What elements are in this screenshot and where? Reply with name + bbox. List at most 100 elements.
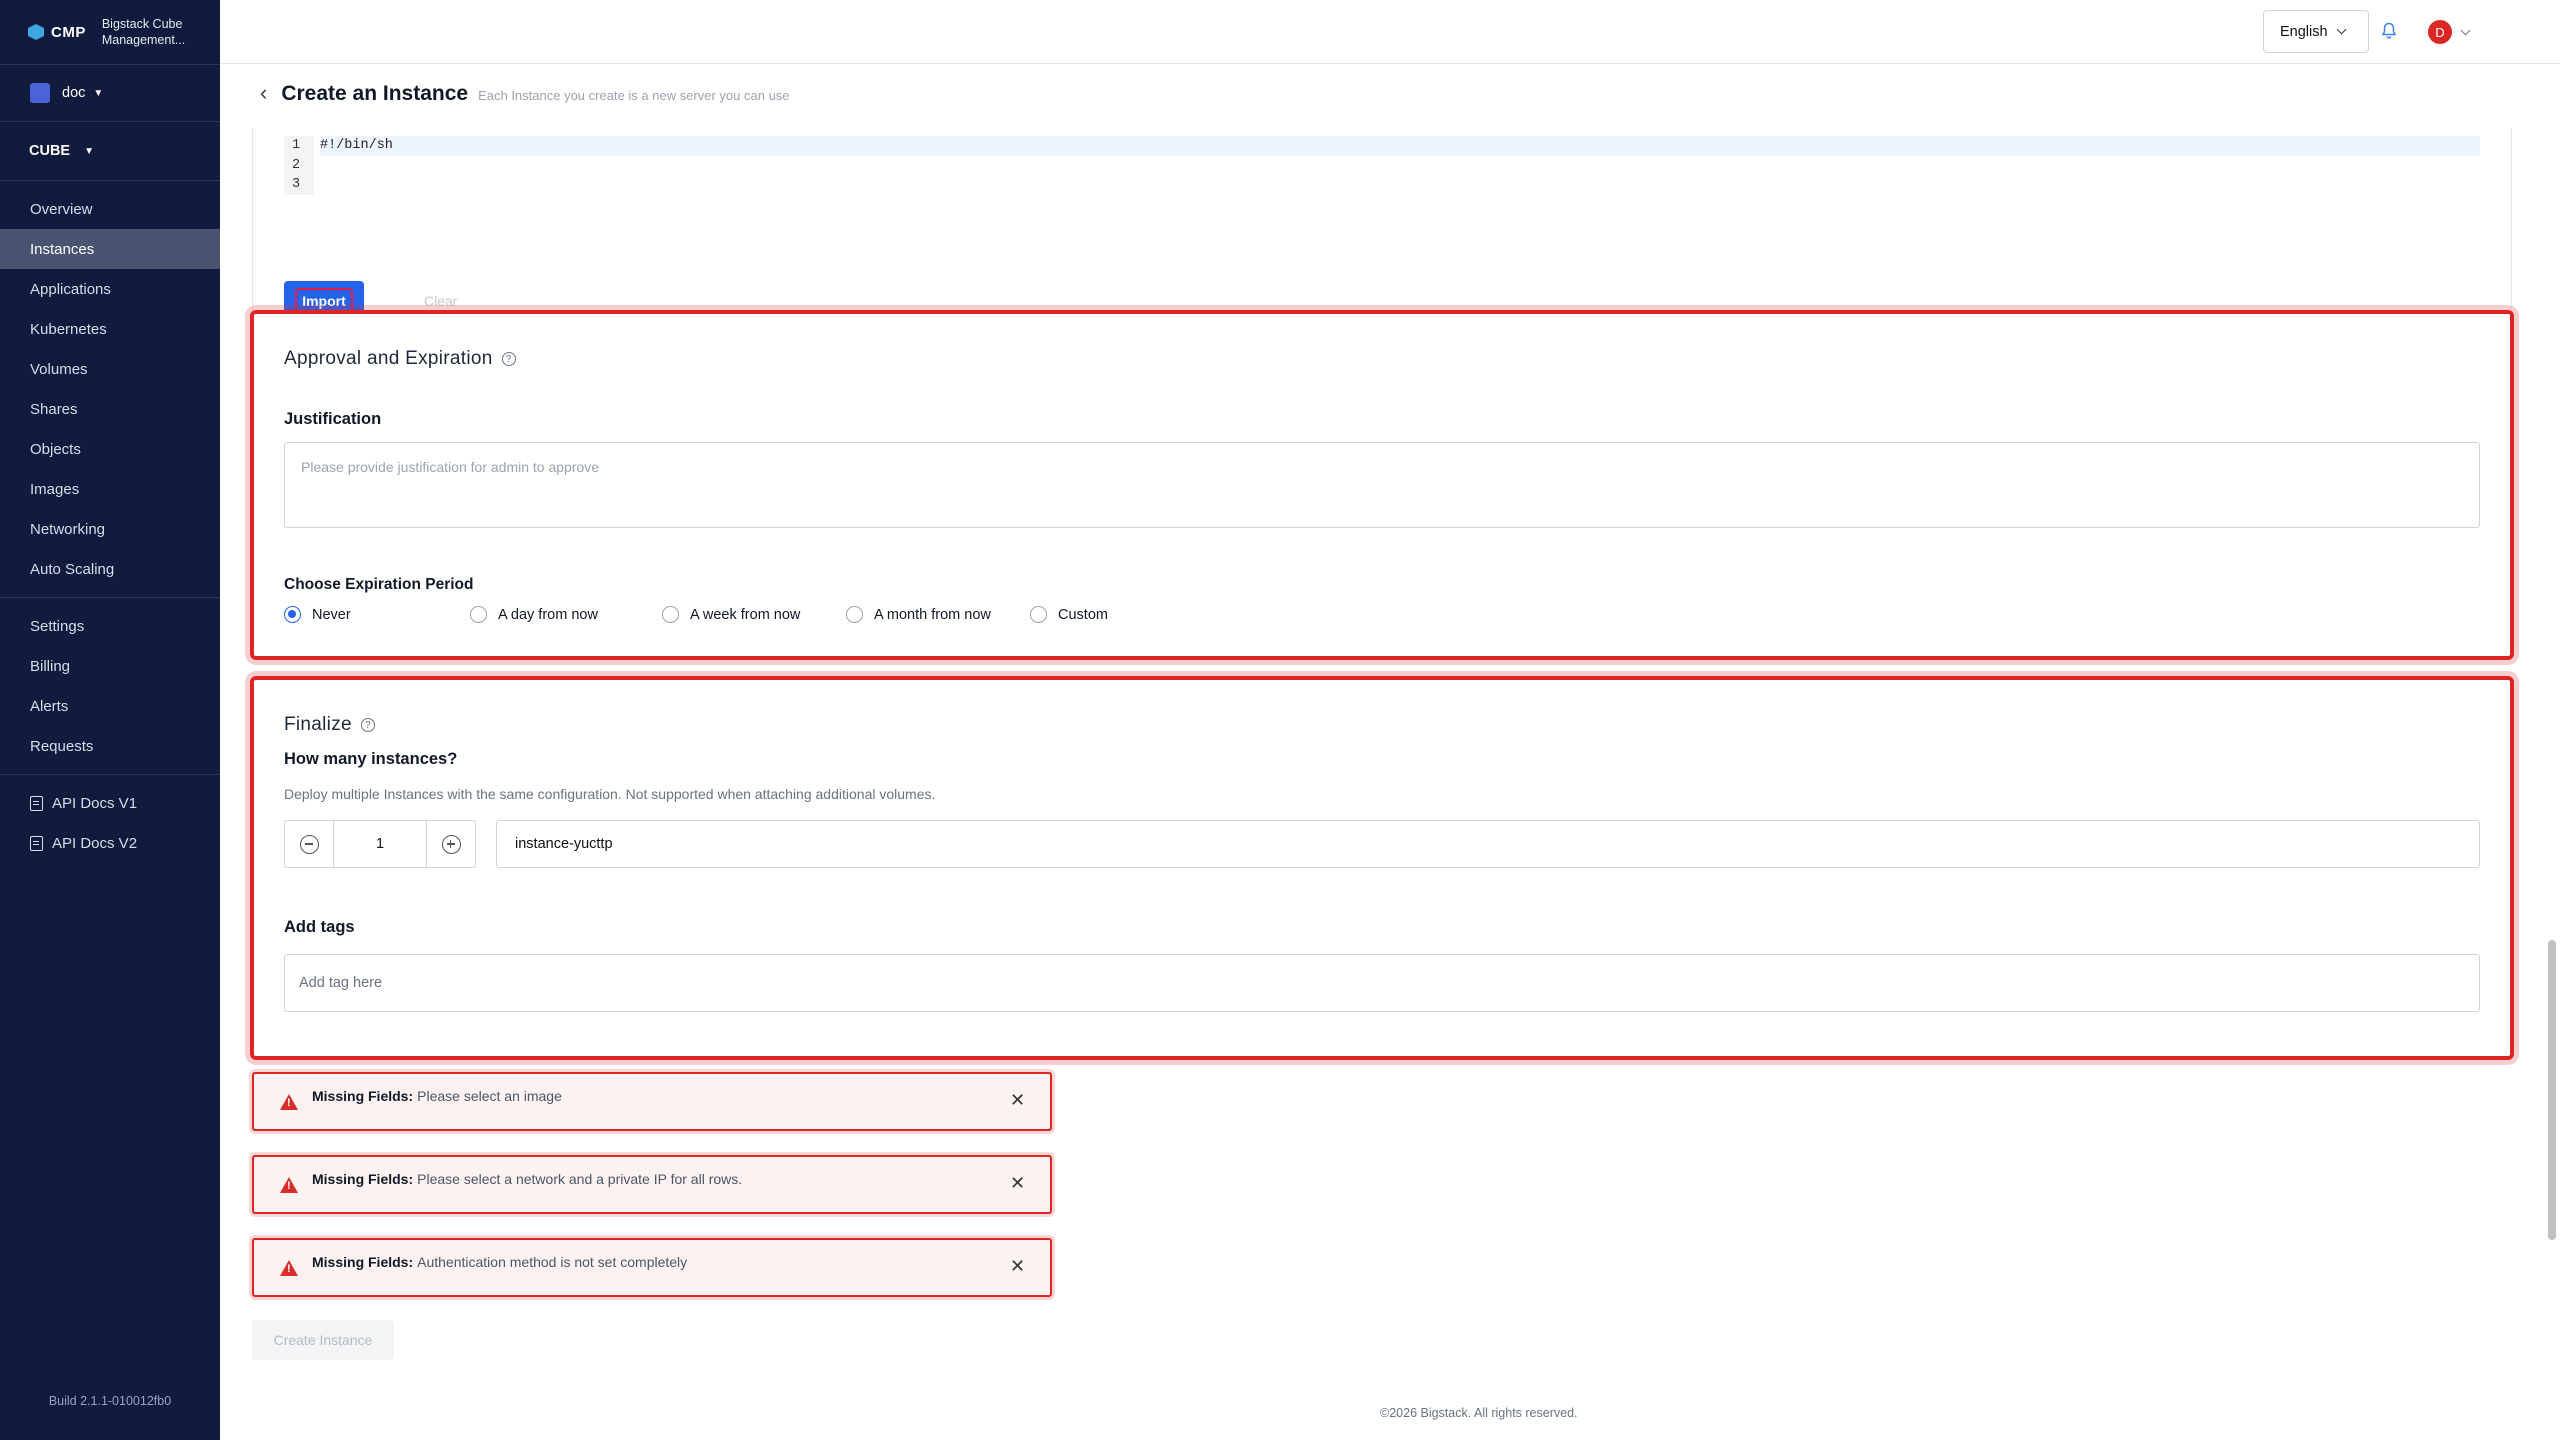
nav-item-api-docs-v1[interactable]: API Docs V1 xyxy=(0,783,220,823)
line-number: 3 xyxy=(292,177,301,192)
code-line[interactable]: #!/bin/sh xyxy=(320,136,2480,156)
nav-item-requests[interactable]: Requests xyxy=(0,726,220,766)
radio-day[interactable]: A day from now xyxy=(470,606,662,623)
caret-down-icon: ▼ xyxy=(93,87,104,99)
topbar xyxy=(220,0,2560,64)
page-subtitle: Each Instance you create is a new server… xyxy=(478,88,790,103)
page-title: Create an Instance xyxy=(281,82,469,105)
alert-message: Please select an image xyxy=(417,1088,562,1104)
alert-prefix: Missing Fields: xyxy=(312,1254,414,1270)
plus-circle-icon xyxy=(441,834,461,854)
increment-button[interactable] xyxy=(427,821,475,867)
region-selector[interactable]: CUBE ▼ xyxy=(0,122,220,180)
project-name: doc xyxy=(62,85,86,101)
alert-message: Authentication method is not set complet… xyxy=(417,1254,688,1270)
quantity-stepper: 1 xyxy=(284,820,476,868)
radio-custom[interactable]: Custom xyxy=(1030,606,1108,623)
instance-count-hint: Deploy multiple Instances with the same … xyxy=(284,786,936,802)
expiration-radio-group: Never A day from now A week from now A m… xyxy=(284,606,1108,623)
region-name: CUBE xyxy=(29,143,71,159)
nav-item-alerts[interactable]: Alerts xyxy=(0,686,220,726)
nav-item-label: API Docs V2 xyxy=(52,834,138,852)
expiration-label: Choose Expiration Period xyxy=(284,576,474,593)
nav-item-overview[interactable]: Overview xyxy=(0,189,220,229)
justification-textarea[interactable]: Please provide justification for admin t… xyxy=(284,442,2480,528)
alert-text: Missing Fields: Please select a network a… xyxy=(312,1171,742,1187)
decrement-button[interactable] xyxy=(285,821,333,867)
avatar[interactable]: D xyxy=(2428,20,2452,44)
missing-image-alert: Missing Fields:Please select an image ✕ xyxy=(252,1072,1052,1131)
radio-label: A month from now xyxy=(874,606,991,623)
radio-label: A day from now xyxy=(498,606,598,623)
nav-item-auto-scaling[interactable]: Auto Scaling xyxy=(0,549,220,589)
brand-full-name: Bigstack Cube Management... xyxy=(101,17,186,47)
warning-icon xyxy=(280,1094,298,1110)
radio-never[interactable]: Never xyxy=(284,606,470,623)
chevron-down-icon xyxy=(2336,24,2347,35)
radio-icon xyxy=(662,606,679,623)
brand-short-name: CMP xyxy=(51,23,86,41)
language-selector[interactable]: English xyxy=(2263,10,2369,53)
document-icon xyxy=(30,795,43,811)
section-title-text: Approval and Expiration xyxy=(284,348,493,369)
nav-item-billing[interactable]: Billing xyxy=(0,646,220,686)
nav-item-volumes[interactable]: Volumes xyxy=(0,349,220,389)
nav-item-objects[interactable]: Objects xyxy=(0,429,220,469)
nav-item-api-docs-v2[interactable]: API Docs V2 xyxy=(0,823,220,863)
quantity-value[interactable]: 1 xyxy=(333,821,427,867)
instance-name-input[interactable]: instance-yucttp xyxy=(496,820,2480,868)
cube-logo-icon xyxy=(28,24,44,40)
docs-nav: API Docs V1 API Docs V2 xyxy=(0,775,220,871)
radio-icon xyxy=(1030,606,1047,623)
radio-label: A week from now xyxy=(690,606,801,623)
help-icon[interactable]: ? xyxy=(501,352,516,366)
build-version: Build 2.1.1-010012fb0 xyxy=(48,1394,172,1408)
close-icon[interactable]: ✕ xyxy=(1010,1256,1025,1277)
script-editor[interactable]: 1 2 3 #!/bin/sh xyxy=(284,136,2480,200)
admin-nav: Settings Billing Alerts Requests xyxy=(0,598,220,774)
minus-circle-icon xyxy=(299,834,319,854)
clear-button[interactable]: Clear xyxy=(424,293,457,309)
bell-icon[interactable] xyxy=(2381,22,2397,40)
finalize-section: Finalize ? How many instances? Deploy mu… xyxy=(250,676,2514,1060)
nav-item-settings[interactable]: Settings xyxy=(0,606,220,646)
project-selector[interactable]: doc ▼ xyxy=(0,65,220,121)
section-title: Approval and Expiration ? xyxy=(284,348,516,370)
radio-month[interactable]: A month from now xyxy=(846,606,1030,623)
brand[interactable]: CMP Bigstack Cube Management... xyxy=(0,0,220,64)
nav-item-kubernetes[interactable]: Kubernetes xyxy=(0,309,220,349)
help-icon[interactable]: ? xyxy=(360,718,375,732)
radio-icon xyxy=(846,606,863,623)
tags-label: Add tags xyxy=(284,918,355,936)
alert-text: Missing Fields: Please select an image xyxy=(312,1088,562,1104)
radio-label: Never xyxy=(312,606,351,623)
radio-week[interactable]: A week from now xyxy=(662,606,846,623)
alert-text: Missing Fields: Authentication method is … xyxy=(312,1254,687,1270)
line-number: 1 xyxy=(292,138,301,153)
create-instance-button[interactable]: Create Instance xyxy=(252,1320,394,1360)
nav-item-networking[interactable]: Networking xyxy=(0,509,220,549)
sidebar: CMP Bigstack Cube Management... doc ▼ CU… xyxy=(0,0,220,1440)
tags-input[interactable]: Add tag here xyxy=(284,954,2480,1012)
caret-down-icon: ▼ xyxy=(84,145,94,157)
instance-count-label: How many instances? xyxy=(284,750,458,768)
radio-icon xyxy=(470,606,487,623)
nav-item-images[interactable]: Images xyxy=(0,469,220,509)
back-arrow-icon[interactable]: ‹ xyxy=(260,82,267,104)
section-title-text: Finalize xyxy=(284,714,352,735)
page-header: ‹ Create an Instance Each Instance you c… xyxy=(260,82,790,106)
nav-item-applications[interactable]: Applications xyxy=(0,269,220,309)
line-number: 2 xyxy=(292,157,301,173)
language-label: English xyxy=(2280,23,2328,40)
close-icon[interactable]: ✕ xyxy=(1010,1173,1025,1194)
scrollbar[interactable] xyxy=(2548,940,2556,1240)
warning-icon xyxy=(280,1177,298,1193)
project-icon xyxy=(30,83,50,103)
close-icon[interactable]: ✕ xyxy=(1010,1090,1025,1111)
alert-message: Please select a network and a private IP… xyxy=(417,1171,743,1187)
alert-prefix: Missing Fields: xyxy=(312,1171,414,1187)
nav-item-instances[interactable]: Instances xyxy=(0,229,220,269)
radio-selected-icon xyxy=(284,606,301,623)
nav-item-shares[interactable]: Shares xyxy=(0,389,220,429)
main-content: ‹ Create an Instance Each Instance you c… xyxy=(220,64,2540,1440)
